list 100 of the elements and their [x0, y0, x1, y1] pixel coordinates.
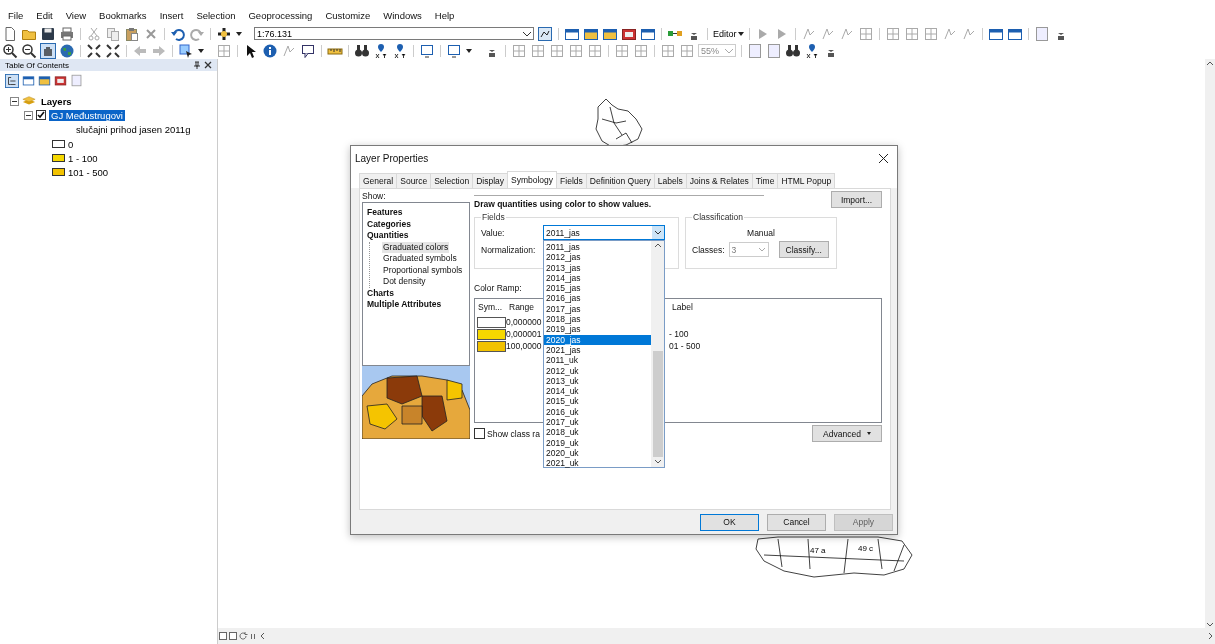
- column-header[interactable]: Label: [669, 302, 693, 312]
- tab[interactable]: Display: [472, 173, 509, 188]
- tab[interactable]: Symbology: [507, 171, 558, 188]
- menu-item[interactable]: File: [8, 10, 24, 25]
- classify-button[interactable]: Classify...: [778, 241, 829, 258]
- symbol-swatch[interactable]: [477, 328, 506, 340]
- dialog-button[interactable]: OK: [700, 513, 759, 531]
- checkbox[interactable]: [474, 428, 485, 439]
- show-item[interactable]: Charts: [366, 287, 395, 299]
- dropdown-item[interactable]: 2019_jas: [544, 324, 651, 335]
- data-view-icon[interactable]: [228, 631, 238, 641]
- show-item[interactable]: Multiple Attributes: [366, 299, 443, 311]
- menu-item[interactable]: Edit: [36, 10, 53, 25]
- pin-icon[interactable]: [193, 61, 201, 69]
- page-icon[interactable]: [2, 25, 18, 42]
- advanced-button[interactable]: Advanced: [812, 425, 882, 442]
- tab[interactable]: Selection: [430, 173, 474, 188]
- horizontal-scrollbar[interactable]: [258, 630, 1215, 642]
- vertical-scrollbar[interactable]: [1205, 59, 1215, 628]
- editor-menu[interactable]: Editor: [713, 28, 744, 39]
- show-item[interactable]: Graduated symbols: [382, 253, 458, 265]
- data-frame-label[interactable]: Layers: [39, 95, 74, 107]
- symbol-swatch[interactable]: [477, 340, 506, 352]
- page-layout-icon[interactable]: [218, 631, 228, 641]
- monitor-icon[interactable]: [446, 42, 462, 59]
- window-icon[interactable]: [54, 74, 67, 87]
- symbol-swatch[interactable]: [477, 316, 506, 328]
- globe-icon[interactable]: [59, 42, 75, 59]
- dropdown-item[interactable]: 2011_jas: [544, 242, 651, 253]
- speech-bubble-icon[interactable]: [300, 42, 316, 59]
- checkbox[interactable]: [36, 110, 46, 120]
- pin-icon[interactable]: [373, 42, 389, 59]
- value-dropdown[interactable]: 2011_jas: [543, 225, 665, 240]
- dropdown-item[interactable]: 2017_uk: [544, 417, 651, 428]
- dropdown-item[interactable]: 2016_jas: [544, 293, 651, 304]
- menu-item[interactable]: Insert: [159, 10, 184, 25]
- classes-dropdown[interactable]: 3: [728, 242, 769, 257]
- info-icon[interactable]: [262, 42, 278, 59]
- window-icon[interactable]: [22, 74, 35, 87]
- pin-icon[interactable]: [392, 42, 408, 59]
- binoculars-icon[interactable]: [354, 42, 370, 59]
- dropdown-item[interactable]: 2021_uk: [544, 458, 651, 469]
- dropdown-item[interactable]: 2020_jas: [544, 334, 651, 345]
- pin-icon[interactable]: [804, 42, 820, 59]
- layer-name[interactable]: GJ Međustrugovi: [49, 109, 125, 121]
- show-item[interactable]: Categories: [366, 218, 412, 230]
- menu-item[interactable]: Help: [434, 10, 455, 25]
- show-item[interactable]: Proportional symbols: [382, 264, 464, 276]
- four-arrows-icon[interactable]: [105, 42, 121, 59]
- menu-item[interactable]: View: [65, 10, 87, 25]
- dropdown-item[interactable]: 2015_jas: [544, 283, 651, 294]
- show-item[interactable]: Quantities: [366, 230, 410, 242]
- page-layout-icon[interactable]: [747, 42, 763, 59]
- dropdown-item[interactable]: 2018_uk: [544, 427, 651, 438]
- zoom-in-icon[interactable]: [2, 42, 18, 59]
- select-features-icon[interactable]: [178, 42, 194, 59]
- list-scrollbar[interactable]: [651, 241, 664, 467]
- dropdown-item[interactable]: 2012_jas: [544, 252, 651, 263]
- dropdown-item[interactable]: 2011_uk: [544, 355, 651, 366]
- dropdown-item[interactable]: 2019_uk: [544, 437, 651, 448]
- zoom-combo[interactable]: 55%: [698, 44, 736, 57]
- list-tree-icon[interactable]: [5, 73, 19, 88]
- tab[interactable]: Labels: [653, 173, 687, 188]
- close-icon[interactable]: [204, 61, 212, 69]
- tab[interactable]: Source: [396, 173, 432, 188]
- monitor-icon[interactable]: [419, 42, 435, 59]
- dropdown-item[interactable]: 2013_uk: [544, 375, 651, 387]
- expander-icon[interactable]: [10, 96, 19, 106]
- menu-item[interactable]: Bookmarks: [99, 10, 147, 25]
- zoom-out-icon[interactable]: [21, 42, 37, 59]
- show-item[interactable]: Features: [366, 207, 404, 219]
- tab[interactable]: Joins & Relates: [685, 173, 753, 188]
- show-item[interactable]: Dot density: [382, 276, 427, 288]
- column-header[interactable]: Sym...: [475, 302, 503, 312]
- dropdown-item[interactable]: 2015_uk: [544, 396, 651, 407]
- dropdown-item[interactable]: 2014_uk: [544, 386, 651, 397]
- scale-combo[interactable]: 1:76.131: [254, 27, 534, 40]
- dropdown-item[interactable]: 2021_jas: [544, 344, 651, 356]
- dropdown-item[interactable]: 2013_jas: [544, 262, 651, 273]
- import-button[interactable]: Import...: [831, 191, 882, 208]
- show-item[interactable]: Graduated colors: [382, 241, 450, 253]
- dropdown-item[interactable]: 2016_uk: [544, 406, 651, 418]
- dropdown-item[interactable]: 2012_uk: [544, 365, 651, 376]
- clipboard-icon[interactable]: [124, 25, 140, 42]
- tab[interactable]: HTML Popup: [777, 173, 836, 188]
- tab[interactable]: Fields: [556, 173, 587, 188]
- column-header[interactable]: Range: [506, 302, 535, 312]
- dropdown-item[interactable]: 2014_jas: [544, 272, 651, 284]
- tab[interactable]: General: [359, 173, 398, 188]
- menu-item[interactable]: Geoprocessing: [248, 10, 313, 25]
- pause-icon[interactable]: [248, 631, 258, 641]
- dropdown-item[interactable]: 2020_uk: [544, 447, 651, 459]
- dropdown-item[interactable]: 2018_jas: [544, 314, 651, 325]
- dialog-button[interactable]: Cancel: [767, 513, 826, 531]
- menu-item[interactable]: Windows: [383, 10, 422, 25]
- menu-item[interactable]: Selection: [196, 10, 236, 25]
- refresh-icon[interactable]: [238, 631, 248, 641]
- window-icon[interactable]: [38, 74, 51, 87]
- binoculars-icon[interactable]: [785, 42, 801, 59]
- four-arrows-icon[interactable]: [86, 42, 102, 59]
